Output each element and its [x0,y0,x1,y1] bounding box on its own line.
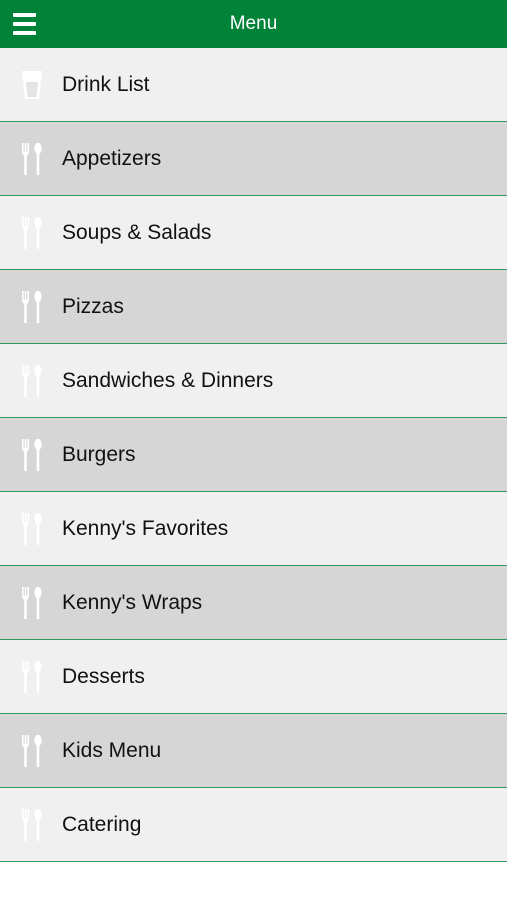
page-title: Menu [229,13,278,34]
menu-item-catering[interactable]: Catering [0,788,507,862]
menu-item-desserts[interactable]: Desserts [0,640,507,714]
menu-item-label: Catering [62,812,142,836]
fork-spoon-icon [22,142,42,175]
menu-item-label: Sandwiches & Dinners [62,368,274,392]
hamburger-bar [13,22,36,26]
hamburger-icon[interactable] [13,13,36,35]
menu-item-kennys-favorites[interactable]: Kenny's Favorites [0,492,507,566]
hamburger-bar [13,31,36,35]
menu-item-label: Kenny's Favorites [62,516,229,540]
menu-item-appetizers[interactable]: Appetizers [0,122,507,196]
menu-item-label: Desserts [62,664,145,688]
menu-item-label: Burgers [62,442,136,466]
fork-spoon-icon [22,586,42,619]
menu-item-label: Soups & Salads [62,220,212,244]
hamburger-bar [13,13,36,17]
fork-spoon-icon [22,364,42,397]
fork-spoon-icon [22,438,42,471]
fork-spoon-icon [22,734,42,767]
menu-item-sandwiches-dinners[interactable]: Sandwiches & Dinners [0,344,507,418]
fork-spoon-icon [22,660,42,693]
menu-item-label: Kids Menu [62,738,162,762]
fork-spoon-icon [22,290,42,323]
fork-spoon-icon [22,512,42,545]
fork-spoon-icon [22,808,42,841]
menu-item-label: Kenny's Wraps [62,590,203,614]
menu-item-label: Drink List [62,72,150,96]
menu-category-list: Drink List Appetizers Soups & Salads Piz… [0,48,507,862]
menu-item-label: Appetizers [62,146,162,170]
fork-spoon-icon [22,216,42,249]
menu-item-kids-menu[interactable]: Kids Menu [0,714,507,788]
menu-item-drink-list[interactable]: Drink List [0,48,507,122]
menu-item-pizzas[interactable]: Pizzas [0,270,507,344]
menu-item-burgers[interactable]: Burgers [0,418,507,492]
drink-cup-icon [22,70,42,99]
menu-item-kennys-wraps[interactable]: Kenny's Wraps [0,566,507,640]
menu-item-label: Pizzas [62,294,124,318]
app-header: Menu [0,0,507,48]
menu-item-soups-salads[interactable]: Soups & Salads [0,196,507,270]
